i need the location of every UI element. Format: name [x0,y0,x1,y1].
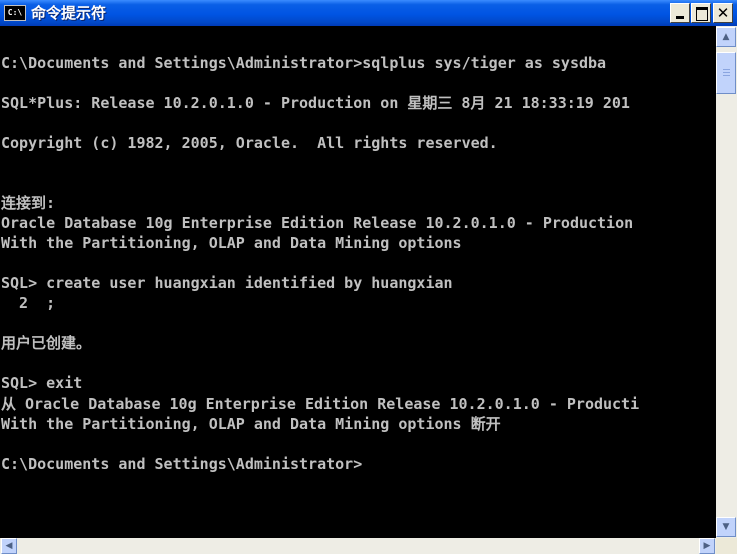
minimize-button[interactable] [670,3,690,23]
console-line: SQL> create user huangxian identified by… [1,274,453,292]
console-line: Copyright (c) 1982, 2005, Oracle. All ri… [1,134,498,152]
console-line: 从 Oracle Database 10g Enterprise Edition… [1,395,640,413]
thumb-grip [723,72,730,73]
vertical-scroll-thumb[interactable] [716,52,736,94]
console-line: With the Partitioning, OLAP and Data Min… [1,234,462,252]
console-line: SQL*Plus: Release 10.2.0.1.0 - Productio… [1,94,630,112]
maximize-icon [696,7,708,21]
maximize-button[interactable] [691,3,711,23]
console-line: Oracle Database 10g Enterprise Edition R… [1,214,634,232]
scroll-up-button[interactable]: ▲ [716,27,736,47]
window-title: 命令提示符 [31,4,107,22]
thumb-grip [723,75,730,76]
minimize-icon [676,16,684,19]
console-prompt-line: C:\Documents and Settings\Administrator> [1,455,363,473]
scroll-left-button[interactable]: ◀ [1,538,17,554]
title-bar[interactable]: C:\ 命令提示符 ✕ [0,0,737,26]
horizontal-scrollbar[interactable]: ◀ ▶ [0,538,716,554]
cmd-window: C:\ 命令提示符 ✕ C:\Documents and Settings\Ad… [0,0,737,554]
console-line: 用户已创建。 [1,334,92,352]
console-line: With the Partitioning, OLAP and Data Min… [1,415,501,433]
console-line: 2 ; [1,294,56,312]
cmd-app-icon[interactable]: C:\ [4,5,26,21]
scroll-down-button[interactable]: ▼ [716,517,736,537]
scrollbar-corner [716,538,737,554]
close-icon: ✕ [716,4,730,22]
close-button[interactable]: ✕ [713,3,733,23]
console-line: SQL> exit [1,374,83,392]
console-line: 连接到: [1,194,56,212]
scroll-right-button[interactable]: ▶ [699,538,715,554]
thumb-grip [723,69,730,70]
console-line: C:\Documents and Settings\Administrator>… [1,54,607,72]
vertical-scrollbar[interactable]: ▲ ▼ [716,26,737,538]
console-output[interactable]: C:\Documents and Settings\Administrator>… [0,26,716,538]
